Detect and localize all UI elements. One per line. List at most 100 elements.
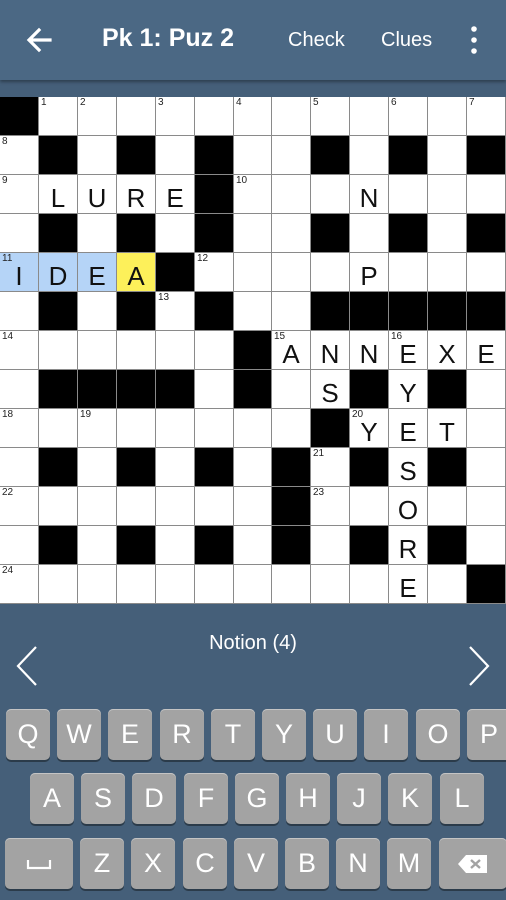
grid-cell[interactable]: E <box>389 565 428 604</box>
grid-cell[interactable] <box>350 97 389 136</box>
grid-cell[interactable] <box>234 292 272 331</box>
grid-cell[interactable]: 1 <box>39 97 78 136</box>
grid-cell[interactable] <box>78 331 117 370</box>
grid-cell[interactable] <box>156 487 195 526</box>
key-y[interactable]: Y <box>262 709 306 760</box>
grid-cell[interactable]: S <box>389 448 428 487</box>
grid-cell[interactable]: 23 <box>311 487 350 526</box>
key-a[interactable]: A <box>30 773 74 824</box>
grid-cell[interactable]: N <box>311 331 350 370</box>
grid-cell[interactable] <box>234 409 272 448</box>
grid-cell[interactable] <box>272 253 311 292</box>
grid-cell[interactable]: 3 <box>156 97 195 136</box>
grid-cell[interactable] <box>117 409 156 448</box>
grid-cell[interactable] <box>467 409 506 448</box>
key-x[interactable]: X <box>131 838 175 889</box>
grid-cell[interactable] <box>0 448 39 487</box>
key-o[interactable]: O <box>416 709 460 760</box>
key-t[interactable]: T <box>211 709 255 760</box>
grid-cell[interactable]: 5 <box>311 97 350 136</box>
grid-cell[interactable] <box>195 487 234 526</box>
grid-cell[interactable]: Y <box>389 370 428 409</box>
grid-cell[interactable]: E <box>156 175 195 214</box>
key-d[interactable]: D <box>132 773 176 824</box>
grid-cell[interactable] <box>234 448 272 487</box>
grid-cell[interactable]: 9 <box>0 175 39 214</box>
grid-cell[interactable] <box>428 253 467 292</box>
grid-cell[interactable]: U <box>78 175 117 214</box>
grid-cell[interactable] <box>0 370 39 409</box>
grid-cell[interactable] <box>156 331 195 370</box>
key-m[interactable]: M <box>387 838 431 889</box>
grid-cell[interactable] <box>428 175 467 214</box>
grid-cell[interactable] <box>467 448 506 487</box>
grid-cell[interactable] <box>234 565 272 604</box>
grid-cell[interactable] <box>467 487 506 526</box>
grid-cell[interactable] <box>39 565 78 604</box>
grid-cell-cursor[interactable]: A <box>117 253 156 292</box>
grid-cell[interactable] <box>467 526 506 565</box>
grid-cell[interactable] <box>195 565 234 604</box>
grid-cell[interactable] <box>428 136 467 175</box>
grid-cell[interactable] <box>234 136 272 175</box>
grid-cell[interactable] <box>195 370 234 409</box>
key-h[interactable]: H <box>286 773 330 824</box>
key-i[interactable]: I <box>364 709 408 760</box>
grid-cell[interactable] <box>78 448 117 487</box>
grid-cell[interactable]: 19 <box>78 409 117 448</box>
grid-cell[interactable]: 15 A <box>272 331 311 370</box>
grid-cell[interactable] <box>389 175 428 214</box>
check-button[interactable]: Check <box>288 29 345 52</box>
key-q[interactable]: Q <box>6 709 50 760</box>
grid-cell[interactable] <box>117 565 156 604</box>
grid-cell[interactable] <box>234 526 272 565</box>
grid-cell[interactable]: 4 <box>234 97 272 136</box>
grid-cell[interactable]: 18 <box>0 409 39 448</box>
grid-cell[interactable] <box>272 214 311 253</box>
key-e[interactable]: E <box>108 709 152 760</box>
grid-cell[interactable] <box>39 487 78 526</box>
grid-cell[interactable] <box>272 565 311 604</box>
space-bar-key[interactable] <box>5 838 73 889</box>
grid-cell[interactable]: P <box>350 253 389 292</box>
grid-cell[interactable] <box>311 175 350 214</box>
grid-cell[interactable]: 8 <box>0 136 39 175</box>
grid-cell[interactable] <box>428 487 467 526</box>
grid-cell[interactable] <box>78 487 117 526</box>
grid-cell[interactable]: T <box>428 409 467 448</box>
grid-cell[interactable] <box>467 253 506 292</box>
grid-cell[interactable] <box>156 136 195 175</box>
key-f[interactable]: F <box>184 773 228 824</box>
grid-cell[interactable]: 14 <box>0 331 39 370</box>
key-l[interactable]: L <box>440 773 484 824</box>
key-z[interactable]: Z <box>80 838 124 889</box>
grid-cell[interactable] <box>272 292 311 331</box>
grid-cell[interactable]: D <box>39 253 78 292</box>
grid-cell[interactable] <box>272 97 311 136</box>
grid-cell[interactable]: E <box>78 253 117 292</box>
grid-cell[interactable] <box>78 292 117 331</box>
key-g[interactable]: G <box>235 773 279 824</box>
grid-cell[interactable]: 22 <box>0 487 39 526</box>
key-n[interactable]: N <box>336 838 380 889</box>
grid-cell[interactable]: R <box>389 526 428 565</box>
grid-cell[interactable] <box>195 97 234 136</box>
grid-cell[interactable] <box>156 214 195 253</box>
grid-cell[interactable]: 10 <box>234 175 272 214</box>
grid-cell[interactable] <box>0 214 39 253</box>
crossword-grid[interactable]: 1 2 3 4 5 6 7 8 9 L U R E 10 N 11 I D E A 12 P 13 14 15 A N N 16 E X E S… <box>0 97 506 604</box>
more-vert-icon[interactable] <box>466 24 482 56</box>
grid-cell[interactable]: R <box>117 175 156 214</box>
grid-cell[interactable] <box>78 136 117 175</box>
grid-cell[interactable] <box>272 136 311 175</box>
grid-cell[interactable] <box>350 487 389 526</box>
grid-cell[interactable] <box>195 409 234 448</box>
current-clue[interactable]: Notion (4) <box>0 632 506 655</box>
grid-cell[interactable] <box>467 175 506 214</box>
grid-cell[interactable]: S <box>311 370 350 409</box>
arrow-left-icon[interactable] <box>20 22 60 58</box>
grid-cell[interactable] <box>272 409 311 448</box>
grid-cell[interactable] <box>156 565 195 604</box>
grid-cell[interactable]: 7 <box>467 97 506 136</box>
key-r[interactable]: R <box>160 709 204 760</box>
